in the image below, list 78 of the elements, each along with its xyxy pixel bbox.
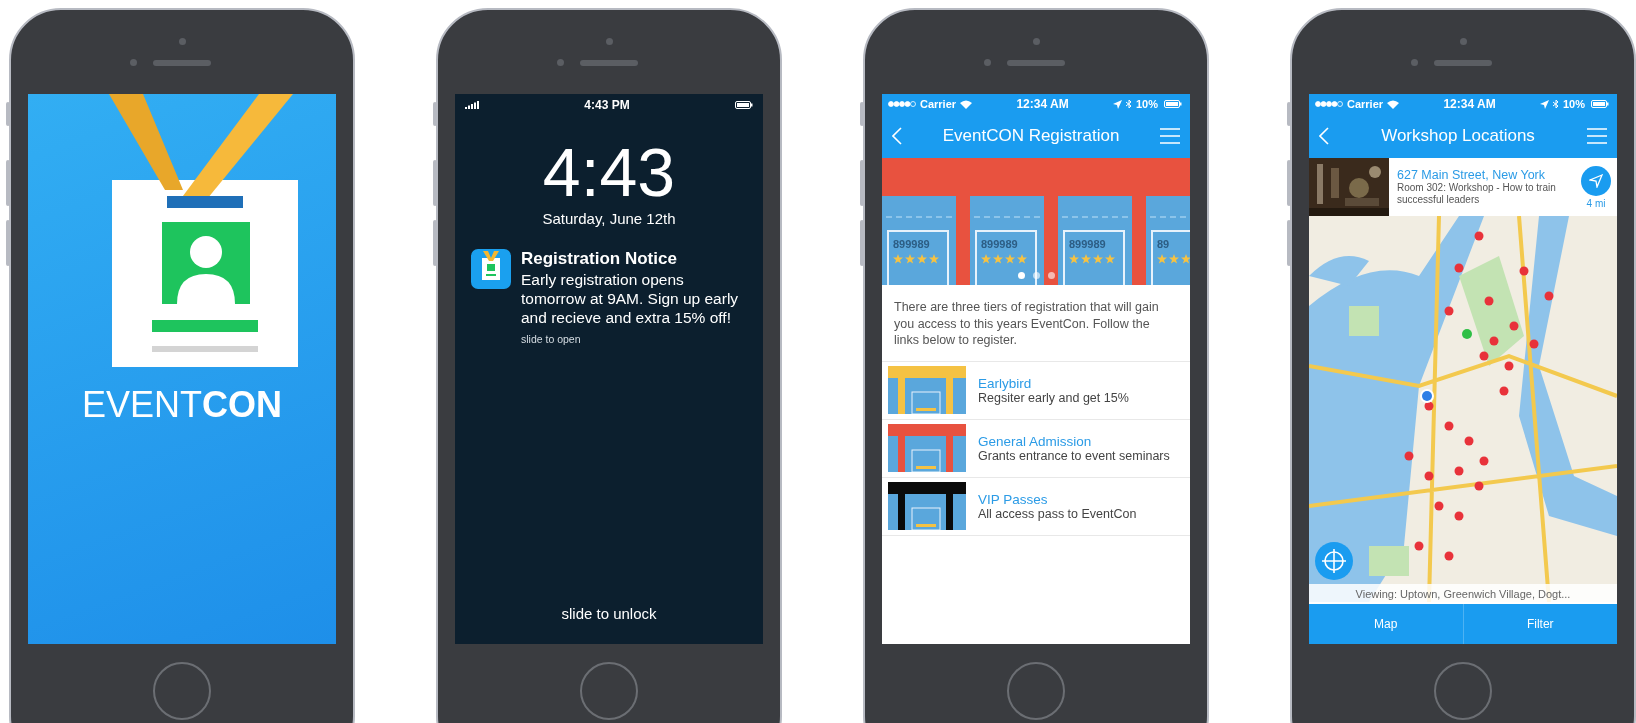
tier-name[interactable]: Earlybird: [978, 375, 1032, 391]
status-time: 12:34 AM: [1443, 97, 1496, 111]
menu-icon[interactable]: [1587, 128, 1607, 144]
distance-label: 4 mi: [1586, 197, 1606, 209]
signal-icon: [888, 101, 916, 107]
app-icon[interactable]: [471, 249, 511, 289]
app-logo: EVENTCON: [82, 384, 282, 426]
unlock-hint[interactable]: slide to unlock: [561, 605, 657, 622]
camera-dot: [605, 38, 613, 45]
battery-icon: [735, 101, 753, 109]
bluetooth-icon: [1125, 99, 1132, 109]
battery-percent: 10%: [1562, 98, 1585, 110]
home-button[interactable]: [580, 662, 638, 720]
status-time: 4:43 PM: [584, 98, 630, 112]
screen-title: EventCON Registration: [942, 126, 1120, 146]
carrier-label: Carrier: [1347, 98, 1384, 110]
location-icon: [1539, 99, 1549, 109]
ticket-number: 899989: [893, 238, 930, 250]
ticket-number: 899989: [1069, 238, 1106, 250]
back-icon[interactable]: [892, 127, 902, 145]
navigation-arrow-icon: [1589, 173, 1603, 188]
tier-description: Regsiter early and get 15%: [978, 390, 1129, 405]
lock-date: Saturday, June 12th: [542, 210, 676, 227]
back-icon[interactable]: [1319, 127, 1329, 145]
tier-description: Grants entrance to event seminars: [978, 448, 1170, 463]
sensor-dot: [130, 59, 137, 66]
lock-clock: 4:43: [542, 138, 676, 206]
battery-icon: [1162, 100, 1184, 108]
stars-icon: [1069, 254, 1117, 264]
tier-item[interactable]: VIP Passes All access pass to EventCon: [882, 477, 1190, 536]
home-button[interactable]: [153, 662, 211, 720]
intro-text: There are three tiers of registration that will gain you access to this years EventCon. Follow the links below to register.: [882, 285, 1190, 362]
tab-button[interactable]: Map: [1309, 604, 1463, 644]
screen-title: Workshop Locations: [1381, 126, 1535, 146]
tier-item[interactable]: Earlybird Regsiter early and get 15%: [882, 361, 1190, 420]
navigate-button[interactable]: [1581, 165, 1611, 196]
notification-title: Registration Notice: [521, 249, 677, 269]
tier-name[interactable]: VIP Passes: [978, 491, 1048, 507]
tier-name[interactable]: General Admission: [978, 433, 1092, 449]
ticket-number: 89: [1157, 238, 1170, 250]
carrier-label: Carrier: [920, 98, 957, 110]
page-dot[interactable]: [1017, 272, 1025, 279]
location-icon: [1112, 99, 1122, 109]
location-details: Room 302: Workshop - How to train successful leaders: [1397, 182, 1557, 206]
ticket-number: 899989: [981, 238, 1018, 250]
crosshair-icon: [1321, 548, 1347, 574]
signal-icon: [465, 101, 479, 109]
menu-icon[interactable]: [1160, 128, 1180, 144]
sensor-dot: [1411, 59, 1418, 66]
battery-percent: 10%: [1135, 98, 1158, 110]
home-button[interactable]: [1434, 662, 1492, 720]
home-button[interactable]: [1007, 662, 1065, 720]
camera-dot: [178, 38, 186, 45]
bluetooth-icon: [1552, 99, 1559, 109]
status-time: 12:34 AM: [1016, 97, 1069, 111]
wifi-icon: [960, 99, 973, 109]
speaker-slot: [1434, 59, 1492, 66]
viewing-text: Viewing: Uptown, Greenwich Village, Dogt...: [1355, 588, 1571, 600]
notification-body: Early registration opens tomorrow at 9AM. Sign up early and recieve and extra 15% off!: [521, 270, 740, 327]
page-dot[interactable]: [1032, 272, 1040, 279]
wifi-icon: [1387, 99, 1400, 109]
tier-description: All access pass to EventCon: [978, 506, 1137, 521]
address-title[interactable]: 627 Main Street, New York: [1397, 168, 1545, 182]
stars-icon: [981, 254, 1029, 264]
tier-item[interactable]: General Admission Grants entrance to event seminars: [882, 419, 1190, 478]
speaker-slot: [153, 59, 211, 66]
signal-icon: [1315, 101, 1343, 107]
tab-button[interactable]: Filter: [1462, 604, 1617, 644]
notification-hint: slide to open: [521, 333, 581, 345]
stars-icon: [893, 254, 941, 264]
speaker-slot: [580, 59, 638, 66]
speaker-slot: [1007, 59, 1065, 66]
sensor-dot: [984, 59, 991, 66]
page-dot[interactable]: [1047, 272, 1055, 279]
sensor-dot: [557, 59, 564, 66]
battery-icon: [1589, 100, 1611, 108]
camera-dot: [1459, 38, 1467, 45]
camera-dot: [1032, 38, 1040, 45]
